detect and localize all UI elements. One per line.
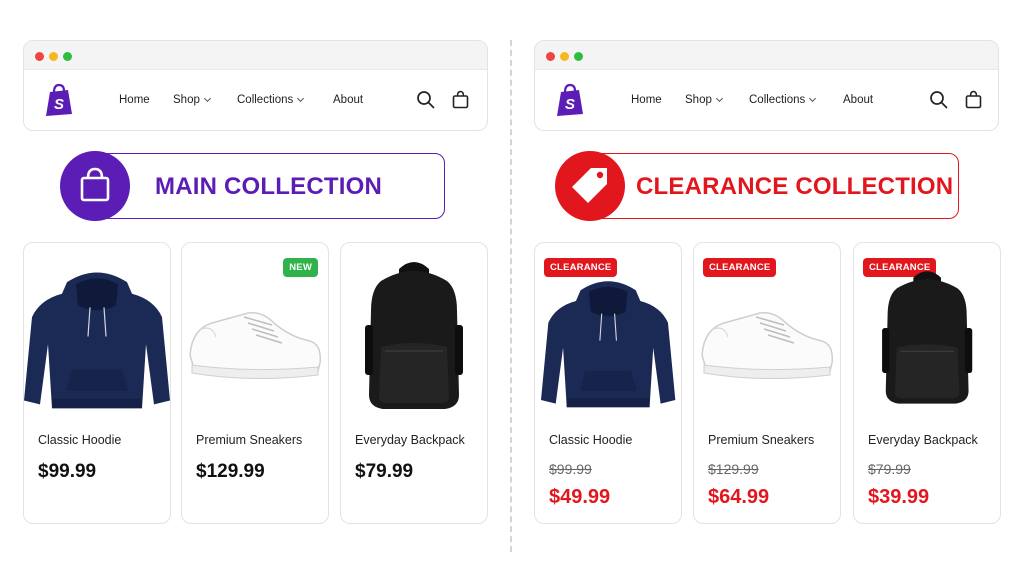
product-price: $79.99 [355,461,414,482]
sale-price: $64.99 [708,486,770,508]
nav-collections-label: Collections [749,94,806,106]
product-name: Classic Hoodie [549,433,633,447]
hoodie-image [24,271,170,409]
shopify-logo-icon[interactable]: S [42,83,76,117]
nav-collections[interactable]: Collections [749,94,817,106]
product-card[interactable]: CLEARANCE Classic Hoodie $99.99 $49.99 [534,242,682,524]
split-divider [510,40,512,552]
sneaker-image [189,311,322,380]
chevron-down-icon [203,94,211,103]
nav-collections[interactable]: Collections [237,94,305,106]
store-nav: S Home Shop Collections About [535,70,998,130]
product-card[interactable]: Everyday Backpack $79.99 [340,242,488,524]
clearance-collection-banner: CLEARANCE COLLECTION [555,151,961,221]
banner-icon-circle [60,151,130,221]
browser-titlebar [535,41,998,70]
nav-shop[interactable]: Shop [685,94,723,106]
clearance-collection-panel: S Home Shop Collections About CLEARANCE … [534,40,1001,530]
store-nav: S Home Shop Collections About [24,70,487,130]
original-price: $99.99 [549,461,592,477]
product-name: Classic Hoodie [38,433,122,447]
banner-title: MAIN COLLECTION [155,173,382,200]
hoodie-image [540,280,676,408]
browser-window: S Home Shop Collections About [23,40,488,131]
svg-text:S: S [54,96,64,113]
banner-icon-circle [555,151,625,221]
nav-about[interactable]: About [333,94,363,106]
original-price: $79.99 [868,461,911,477]
svg-text:S: S [565,96,575,113]
browser-window: S Home Shop Collections About [534,40,999,131]
product-card[interactable]: Classic Hoodie $99.99 [23,242,171,524]
main-collection-banner: MAIN COLLECTION [60,151,445,221]
search-icon[interactable] [416,90,435,109]
chevron-down-icon [297,94,305,103]
nav-collections-label: Collections [237,94,294,106]
product-name: Everyday Backpack [355,433,465,447]
product-price: $99.99 [38,461,97,482]
product-price: $129.99 [196,461,265,482]
shopping-bag-icon[interactable] [964,90,983,109]
nav-home[interactable]: Home [631,94,662,106]
chevron-down-icon [809,94,817,103]
shopify-logo-icon[interactable]: S [553,83,587,117]
product-name: Premium Sneakers [196,433,303,447]
original-price: $129.99 [708,461,759,477]
backpack-image [364,261,464,410]
product-card[interactable]: CLEARANCE Everyday Backpack $79.99 $39.9… [853,242,1001,524]
chevron-down-icon [715,94,723,103]
sale-price: $49.99 [549,486,611,508]
nav-shop-label: Shop [173,94,200,106]
nav-about[interactable]: About [843,94,873,106]
nav-shop-label: Shop [685,94,712,106]
minimize-window-button[interactable] [49,52,58,61]
maximize-window-button[interactable] [574,52,583,61]
close-window-button[interactable] [35,52,44,61]
sale-price: $39.99 [868,486,930,508]
product-name: Everyday Backpack [868,433,978,447]
price-tag-icon [572,168,607,203]
nav-shop[interactable]: Shop [173,94,211,106]
banner-title: CLEARANCE COLLECTION [636,173,954,200]
product-name: Premium Sneakers [708,433,815,447]
search-icon[interactable] [929,90,948,109]
main-collection-panel: S Home Shop Collections About MAIN COLLE… [23,40,488,530]
shopping-bag-icon [80,167,110,202]
browser-titlebar [24,41,487,70]
shopping-bag-icon[interactable] [451,90,470,109]
product-card[interactable]: NEW Premium Sneakers $129.99 [181,242,329,524]
sneaker-image [701,311,834,380]
close-window-button[interactable] [546,52,555,61]
minimize-window-button[interactable] [560,52,569,61]
maximize-window-button[interactable] [63,52,72,61]
nav-home[interactable]: Home [119,94,150,106]
product-card[interactable]: CLEARANCE Premium Sneakers $129.99 $64.9… [693,242,841,524]
backpack-image [881,270,973,405]
